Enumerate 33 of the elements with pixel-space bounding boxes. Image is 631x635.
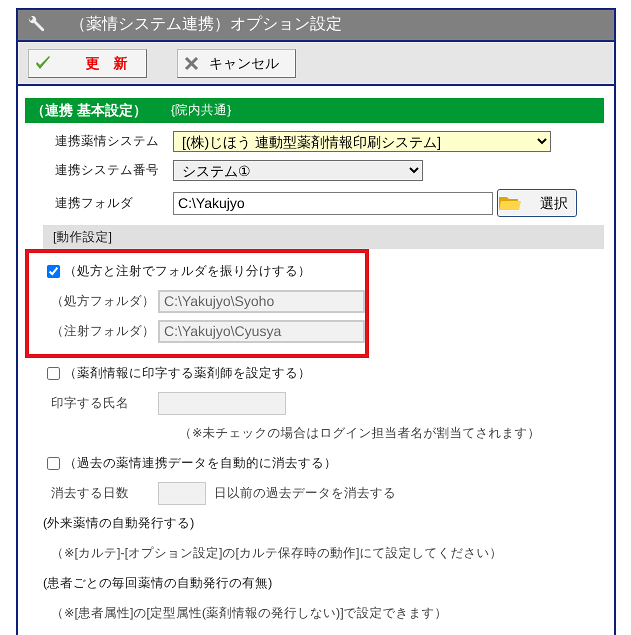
checkbox-label: （過去の薬情連携データを自動的に消去する） <box>64 454 337 472</box>
field-label: 連携システム番号 <box>55 162 160 180</box>
field-label: 消去する日数 <box>50 484 130 502</box>
option-heading: (外来薬情の自動発行する) <box>43 514 194 532</box>
section-title: （連携 基本設定） <box>31 101 147 120</box>
checkmark-icon <box>35 56 51 70</box>
wrench-icon <box>26 16 46 34</box>
folder-field[interactable]: C:\Yakujyo <box>173 192 493 214</box>
field-label: 印字する氏名 <box>50 394 130 412</box>
option-heading: (患者ごとの毎回薬情の自動発行の有無) <box>43 574 272 592</box>
close-icon <box>184 56 199 70</box>
field-suffix: 日以前の過去データを消去する <box>214 484 396 502</box>
field-label: （処方フォルダ） <box>50 292 156 310</box>
dropdown[interactable]: システム① <box>173 160 423 181</box>
field-label: （注射フォルダ） <box>50 322 156 340</box>
field-label: 連携薬情システム <box>55 133 160 150</box>
checkbox-label: （処方と注射でフォルダを振り分けする） <box>64 262 311 280</box>
checkbox[interactable] <box>47 456 60 470</box>
note-text: （※[患者属性]の[定型属性(薬剤情報の発行しない)]で設定できます） <box>51 604 448 622</box>
note-text: （※未チェックの場合はログイン担当者名が割当てされます） <box>179 424 540 442</box>
checkbox[interactable] <box>47 264 60 278</box>
window-title: （薬情システム連携）オプション設定 <box>70 14 342 35</box>
field-label: 連携フォルダ <box>55 194 134 212</box>
subsection-title: [動作設定] <box>53 228 112 246</box>
dropdown[interactable]: [(株)じほう 連動型薬剤情報印刷システム] <box>173 131 551 152</box>
checkbox[interactable] <box>47 366 60 380</box>
update-button[interactable]: 更 新 <box>28 48 147 78</box>
section-note: {院内共通} <box>170 102 232 120</box>
note-text: （※[カルテ]-[オプション設定]の[カルテ保存時の動作]にて設定してください） <box>51 544 502 562</box>
folder-icon <box>498 195 522 211</box>
cancel-button[interactable]: キャンセル <box>177 48 296 78</box>
checkbox-label: （薬剤情報に印字する薬剤師を設定する） <box>64 364 311 382</box>
select-button[interactable]: 選択 <box>497 189 577 217</box>
